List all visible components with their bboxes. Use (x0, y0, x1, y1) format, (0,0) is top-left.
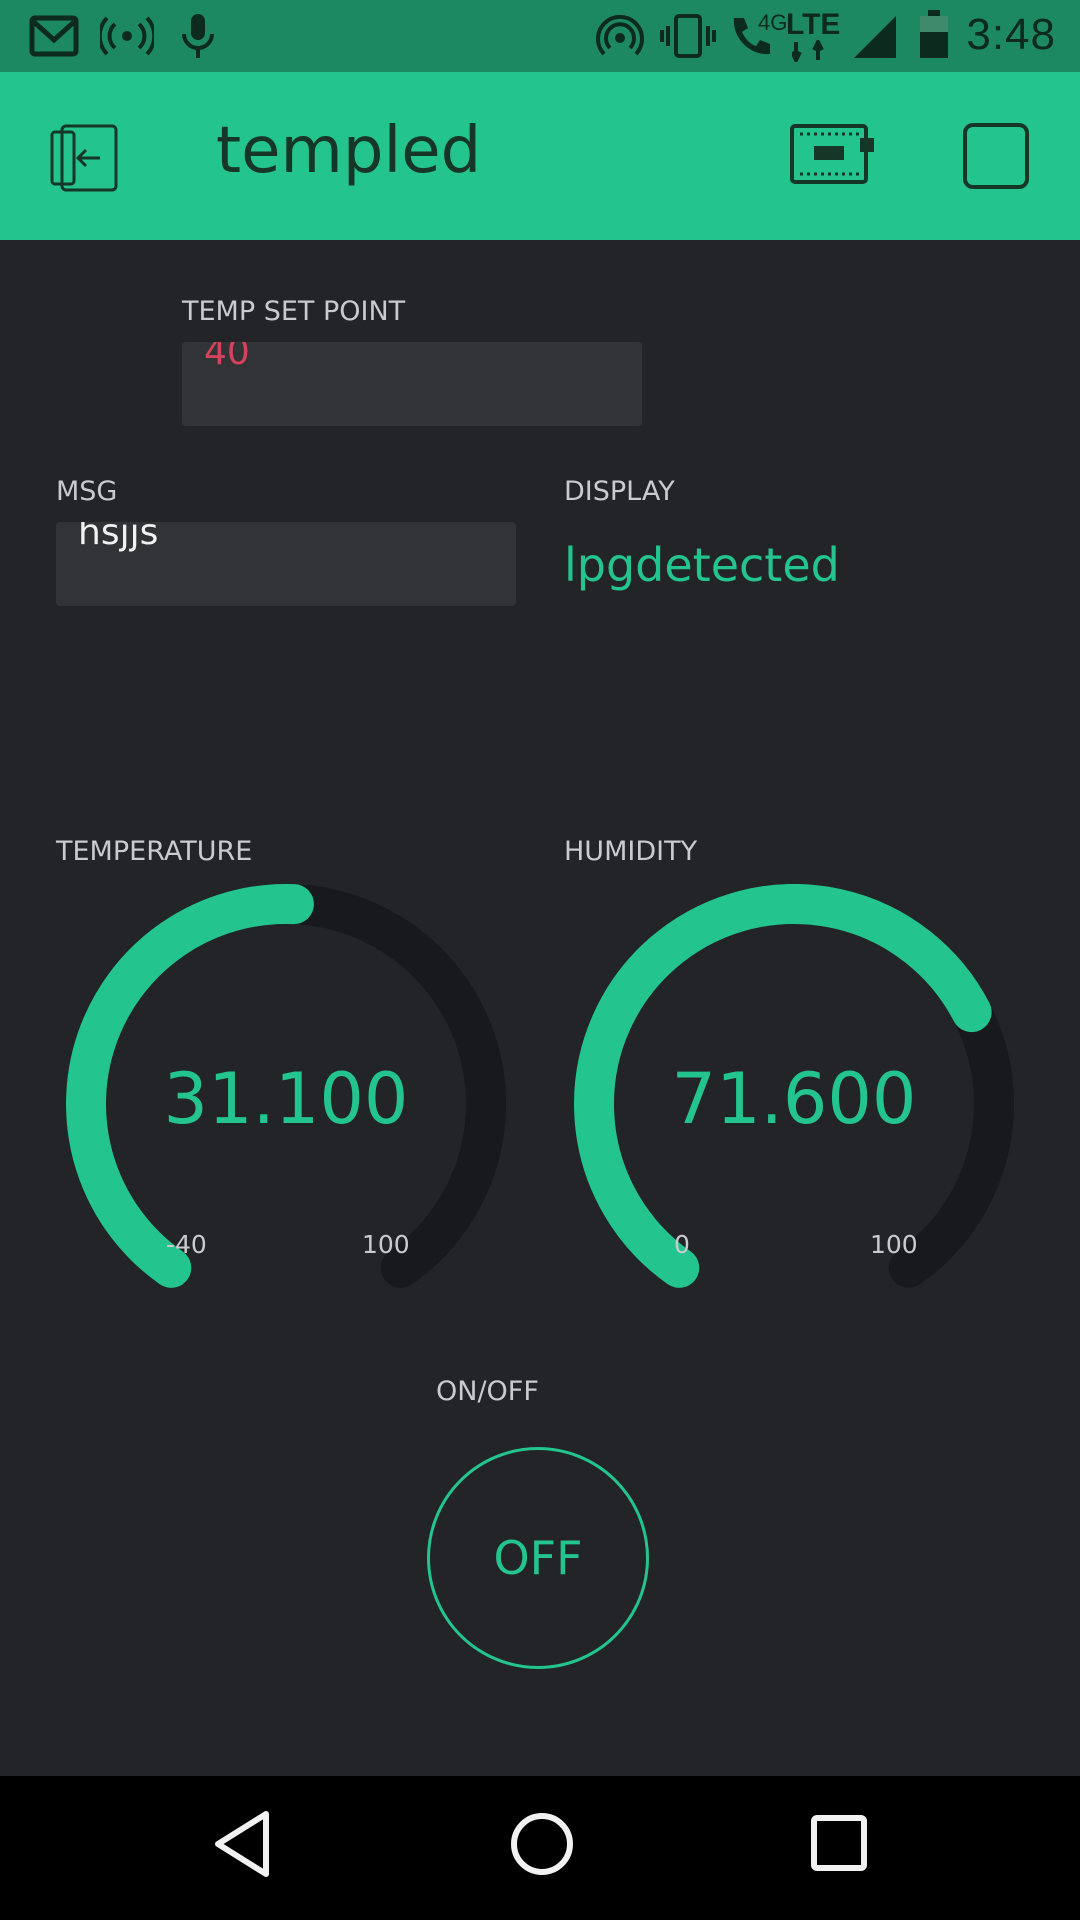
onoff-button[interactable]: OFF (427, 1447, 649, 1669)
clock: 3:48 (966, 10, 1056, 59)
temp-set-point-label: TEMP SET POINT (182, 296, 406, 327)
device-icon[interactable] (790, 124, 874, 188)
onoff-state: OFF (493, 1531, 583, 1585)
humidity-value: 71.600 (671, 1058, 917, 1140)
status-bar: 4G LTE 3:48 (0, 0, 1080, 72)
gmail-icon (28, 14, 80, 62)
hotspot-icon (97, 14, 157, 62)
msg-input[interactable]: hsjjs (56, 522, 516, 606)
dashboard: TEMP SET POINT 40 MSG hsjjs DISPLAY lpgd… (0, 240, 1080, 1776)
msg-value: hsjjs (78, 522, 159, 553)
project-title: templed (216, 114, 482, 188)
humidity-max-label: 100 (870, 1230, 918, 1259)
temperature-min-label: -40 (166, 1230, 207, 1259)
display-label: DISPLAY (564, 476, 675, 507)
call-badge: 4G (758, 10, 788, 35)
display-value: lpgdetected (564, 538, 840, 592)
back-icon[interactable] (210, 1808, 274, 1884)
temp-set-point-input[interactable]: 40 (182, 342, 642, 426)
humidity-label: HUMIDITY (564, 836, 698, 867)
onoff-label: ON/OFF (436, 1376, 539, 1407)
wifi-hotspot-icon (596, 12, 644, 64)
exit-project-icon[interactable] (48, 122, 120, 198)
app-bar: templed (0, 72, 1080, 240)
vibrate-icon (660, 12, 716, 64)
temperature-value: 31.100 (163, 1058, 409, 1140)
nav-bar (0, 1776, 1080, 1920)
temp-set-point-value: 40 (204, 342, 250, 373)
battery-icon (918, 10, 950, 64)
home-icon[interactable] (506, 1808, 578, 1884)
lte-arrows-icon (790, 37, 840, 66)
play-button[interactable] (962, 122, 1030, 194)
temperature-max-label: 100 (362, 1230, 410, 1259)
signal-icon (852, 12, 900, 64)
mic-icon (180, 12, 216, 64)
network-label: LTE (786, 8, 841, 41)
temperature-label: TEMPERATURE (56, 836, 253, 867)
humidity-min-label: 0 (674, 1230, 690, 1259)
msg-label: MSG (56, 476, 118, 507)
recents-icon[interactable] (808, 1812, 872, 1880)
